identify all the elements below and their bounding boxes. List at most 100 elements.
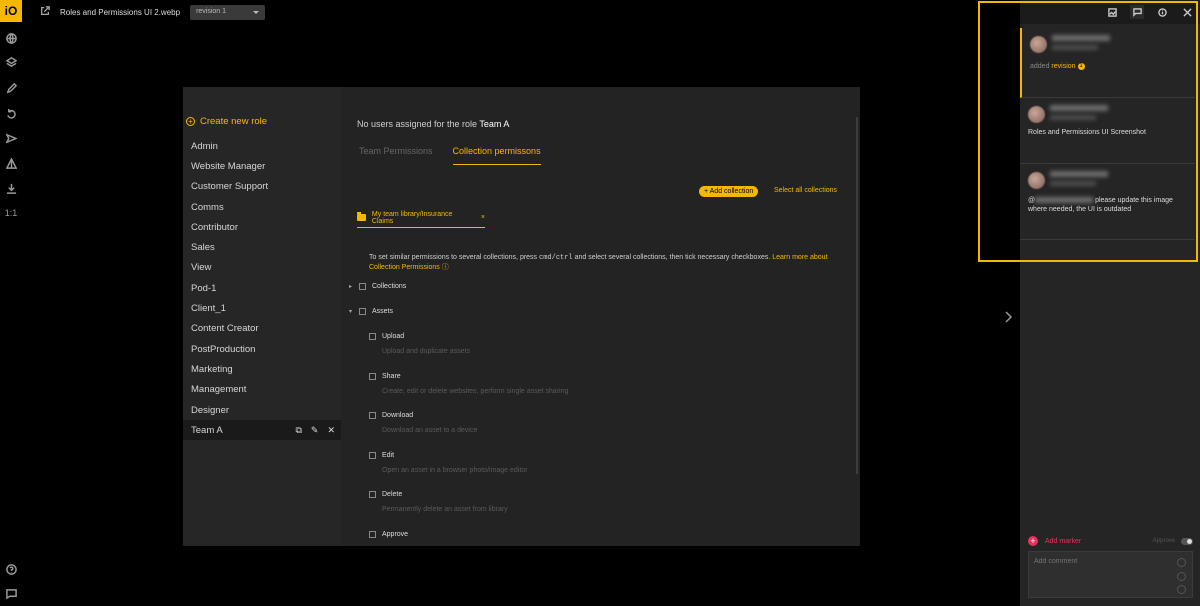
permission-row[interactable]: Edit: [369, 452, 528, 459]
download-icon[interactable]: [3, 180, 19, 196]
close-icon[interactable]: ✕: [327, 425, 335, 436]
send-comment-icon[interactable]: [1177, 585, 1186, 594]
send-icon[interactable]: [3, 130, 19, 146]
role-item[interactable]: Sales: [183, 237, 341, 257]
approve-toggle[interactable]: [1181, 537, 1193, 545]
app-logo[interactable]: iO: [0, 0, 22, 22]
chat-icon[interactable]: [3, 585, 19, 601]
globe-icon[interactable]: [3, 30, 19, 46]
copy-icon[interactable]: ⧉: [295, 425, 301, 436]
role-item[interactable]: Management: [183, 380, 341, 400]
caret-right-icon[interactable]: ▸: [349, 283, 353, 290]
permission-approve: Approve: [369, 531, 408, 538]
hint-prefix: To set similar permissions to several co…: [369, 254, 538, 261]
add-marker-label[interactable]: Add marker: [1045, 538, 1081, 545]
microphone-icon[interactable]: [1177, 572, 1186, 581]
role-item-active[interactable]: Team A ⧉ ✎ ✕: [183, 420, 341, 441]
comment-prefix: added: [1030, 63, 1050, 70]
comment-date-redacted: [1052, 45, 1098, 50]
permission-row[interactable]: Approve: [369, 531, 408, 538]
comment-date-redacted: [1050, 181, 1096, 186]
permission-checkbox[interactable]: [369, 452, 376, 459]
role-item[interactable]: Admin: [183, 136, 341, 156]
revision-link[interactable]: revision: [1051, 63, 1075, 70]
role-item[interactable]: Content Creator: [183, 319, 341, 339]
library-tab[interactable]: My team library/Insurance Claims ×: [357, 208, 485, 228]
permission-download: Download Download an asset to a device: [369, 412, 477, 434]
image-canvas[interactable]: + Create new role Admin Website Manager …: [183, 87, 860, 546]
permission-desc: Create, edit or delete websites, perform…: [382, 388, 569, 395]
author-name-redacted: [1050, 105, 1108, 111]
assets-checkbox[interactable]: [359, 308, 366, 315]
top-bar: Roles and Permissions UI 2.webp revision…: [40, 3, 266, 21]
compare-icon[interactable]: [3, 155, 19, 171]
marker-row: + Add marker Approve: [1028, 536, 1193, 546]
undo-icon[interactable]: [3, 105, 19, 121]
role-item[interactable]: Website Manager: [183, 156, 341, 176]
role-item[interactable]: View: [183, 258, 341, 278]
select-all-collections-link[interactable]: Select all collections: [774, 187, 837, 194]
revision-select[interactable]: revision 1: [190, 4, 266, 20]
permission-row[interactable]: Download: [369, 412, 477, 419]
chevron-down-icon: [253, 10, 260, 14]
no-users-message: No users assigned for the role Team A: [357, 119, 509, 129]
help-icon[interactable]: [3, 561, 19, 577]
permission-checkbox[interactable]: [369, 333, 376, 340]
permissions-hint: To set similar permissions to several co…: [369, 253, 839, 272]
comment-item[interactable]: added revision 1: [1020, 28, 1195, 98]
comment-item[interactable]: @ please update this image where needed,…: [1020, 164, 1195, 240]
pen-icon[interactable]: [3, 80, 19, 96]
emoji-icon[interactable]: [1177, 558, 1186, 567]
role-item[interactable]: PostProduction: [183, 339, 341, 359]
zoom-label[interactable]: 1:1: [3, 205, 19, 221]
role-item[interactable]: Customer Support: [183, 177, 341, 197]
role-actions: ⧉ ✎ ✕: [295, 425, 335, 436]
role-item[interactable]: Contributor: [183, 217, 341, 237]
comment-item[interactable]: Roles and Permissions UI Screenshot: [1020, 98, 1195, 164]
create-role-button[interactable]: + Create new role: [186, 116, 267, 127]
permission-checkbox[interactable]: [369, 373, 376, 380]
info-icon[interactable]: [1155, 5, 1169, 19]
permission-delete: Delete Permanently delete an asset from …: [369, 491, 508, 513]
chevron-right-icon[interactable]: [1003, 310, 1013, 323]
role-item[interactable]: Client_1: [183, 298, 341, 318]
left-toolbar: iO 1:1: [0, 0, 22, 606]
permission-row[interactable]: Upload: [369, 333, 470, 340]
role-item[interactable]: Comms: [183, 197, 341, 217]
close-icon[interactable]: [1180, 5, 1194, 19]
comments-panel: added revision 1 Roles and Permissions U…: [1020, 0, 1200, 606]
assets-row[interactable]: ▾ Assets: [349, 308, 393, 315]
permission-desc: Open an asset in a browser photo/image e…: [382, 467, 528, 474]
permission-row[interactable]: Delete: [369, 491, 508, 498]
image-icon[interactable]: [1105, 5, 1119, 19]
permission-checkbox[interactable]: [369, 412, 376, 419]
tab-collection-permissions[interactable]: Collection permissons: [452, 146, 541, 165]
edit-icon[interactable]: ✎: [311, 425, 319, 436]
app-window: iO 1:1 Roles and Permissions UI 2.webp r…: [0, 0, 1200, 606]
add-collection-button[interactable]: + Add collection: [699, 186, 759, 197]
library-tab-close[interactable]: ×: [481, 214, 485, 221]
comment-input[interactable]: [1034, 558, 1174, 565]
permission-desc: Download an asset to a device: [382, 427, 478, 434]
collections-checkbox[interactable]: [359, 283, 366, 290]
add-marker-button[interactable]: +: [1028, 536, 1038, 546]
role-item[interactable]: Designer: [183, 400, 341, 420]
role-item[interactable]: Pod-1: [183, 278, 341, 298]
comment-date-redacted: [1050, 115, 1096, 120]
caret-down-icon[interactable]: ▾: [349, 308, 353, 315]
scrollbar[interactable]: [856, 117, 858, 474]
external-link-icon[interactable]: [40, 3, 50, 21]
avatar: [1028, 172, 1045, 189]
tab-team-permissions[interactable]: Team Permissions: [359, 146, 433, 165]
permission-desc: Permanently delete an asset from library: [382, 506, 508, 513]
comments-icon[interactable]: [1130, 5, 1144, 19]
collections-row[interactable]: ▸ Collections: [349, 283, 406, 290]
assets-label: Assets: [372, 308, 394, 315]
role-item[interactable]: Marketing: [183, 359, 341, 379]
layers-icon[interactable]: [3, 54, 19, 70]
permission-checkbox[interactable]: [369, 491, 376, 498]
permission-row[interactable]: Share: [369, 373, 568, 380]
permission-checkbox[interactable]: [369, 531, 376, 538]
permission-desc: Upload and duplicate assets: [382, 348, 470, 355]
permission-tabs: Team Permissions Collection permissons: [359, 146, 541, 165]
